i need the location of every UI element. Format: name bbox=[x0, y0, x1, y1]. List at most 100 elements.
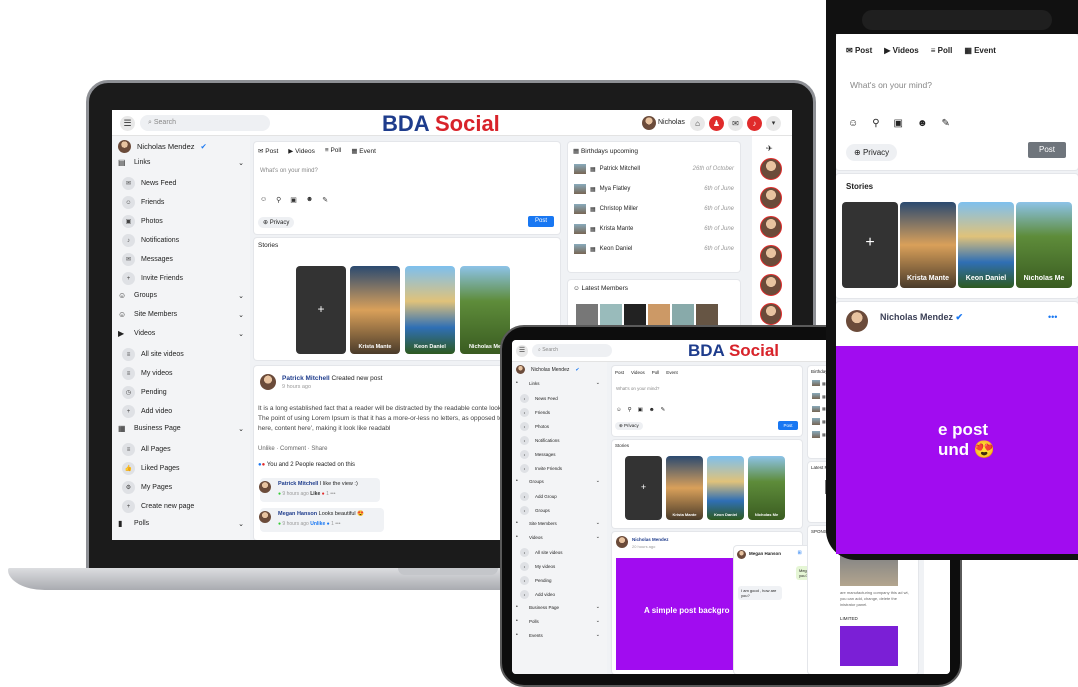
birthday-row[interactable]: ▦ Krista Mante6th of June bbox=[574, 224, 734, 234]
online-user-avatar[interactable] bbox=[760, 187, 782, 209]
emoji-icon[interactable]: ☻ bbox=[306, 196, 313, 204]
plane-icon[interactable]: ✈ bbox=[766, 144, 773, 153]
chevron-down-icon[interactable]: ▾ bbox=[766, 116, 781, 131]
ad-image[interactable] bbox=[840, 626, 898, 666]
sidebar-item-groups[interactable]: • Groups ⌄ bbox=[516, 478, 600, 484]
sidebar-item-news-feed[interactable]: • News Feed bbox=[520, 394, 604, 403]
tag-people-icon[interactable]: ☺ bbox=[260, 196, 267, 204]
more-options-icon[interactable]: ••• bbox=[1048, 312, 1057, 322]
sidebar-item-all-site-videos[interactable]: ≡ All site videos bbox=[122, 348, 242, 361]
sidebar-item-all-site-videos[interactable]: • All site videos bbox=[520, 548, 604, 557]
pen-icon[interactable]: ✎ bbox=[942, 118, 950, 129]
image-icon[interactable]: ▣ bbox=[894, 118, 903, 129]
privacy-button[interactable]: ⊕ Privacy bbox=[258, 217, 295, 228]
sidebar-item-my-pages[interactable]: ⚙ My Pages bbox=[122, 481, 242, 494]
unlike-link[interactable]: Unlike bbox=[258, 446, 275, 452]
like-link[interactable]: Like bbox=[310, 491, 320, 497]
post-author[interactable]: Nicholas Mendez ✔ bbox=[880, 312, 963, 323]
sidebar-item-site-members[interactable]: ☺ Site Members ⌄ bbox=[118, 310, 244, 319]
sidebar-item-links[interactable]: ▤ Links ⌄ bbox=[118, 158, 244, 167]
brand-logo[interactable]: BDA Social bbox=[382, 111, 500, 137]
location-icon[interactable]: ⚲ bbox=[872, 118, 879, 129]
privacy-button[interactable]: ⊕ Privacy bbox=[846, 144, 898, 161]
image-icon[interactable]: ▣ bbox=[290, 196, 297, 204]
post-author[interactable]: Patrick Mitchell bbox=[282, 375, 330, 382]
sidebar-item-events[interactable]: • Events ⌄ bbox=[516, 632, 600, 638]
sidebar-user[interactable]: Nicholas Mendez ✔ bbox=[118, 140, 207, 153]
friend-request-icon[interactable]: ♟ bbox=[709, 116, 724, 131]
tab-videos[interactable]: ▶ Videos bbox=[884, 46, 918, 55]
user-name[interactable]: Nicholas bbox=[658, 119, 685, 126]
sidebar-item-business-page[interactable]: • Business Page ⌄ bbox=[516, 604, 600, 610]
sidebar-item-messages[interactable]: • Messages bbox=[520, 450, 604, 459]
tab-event[interactable]: Event bbox=[666, 370, 678, 375]
brand-logo[interactable]: BDA Social bbox=[688, 341, 779, 361]
sidebar-user[interactable]: Nicholas Mendez ✔ bbox=[516, 365, 580, 374]
story-card[interactable]: Krista Mante bbox=[900, 202, 956, 288]
story-card[interactable]: Nicholas Me bbox=[1016, 202, 1072, 288]
sidebar-item-polls[interactable]: ▮ Polls ⌄ bbox=[118, 519, 244, 528]
sidebar-item-messages[interactable]: ✉ Messages bbox=[122, 253, 242, 266]
home-icon[interactable]: ⌂ bbox=[690, 116, 705, 131]
tag-people-icon[interactable]: ☺ bbox=[848, 118, 858, 129]
tab-post[interactable]: ✉ Post bbox=[258, 147, 278, 155]
story-card[interactable]: Keon Daniel bbox=[958, 202, 1014, 288]
comment-link[interactable]: Comment bbox=[280, 446, 306, 452]
composer-input[interactable]: What's on your mind? bbox=[850, 80, 932, 90]
birthday-row[interactable]: ▦ Keon Daniel6th of June bbox=[574, 244, 734, 254]
location-icon[interactable]: ⚲ bbox=[276, 196, 281, 204]
post-button[interactable]: Post bbox=[528, 216, 554, 227]
post-button[interactable]: Post bbox=[1028, 142, 1066, 158]
birthday-row[interactable]: ▦ Christop Miller6th of June bbox=[574, 204, 734, 214]
notification-icon[interactable]: ♪ bbox=[747, 116, 762, 131]
sidebar-item-news-feed[interactable]: ✉ News Feed bbox=[122, 177, 242, 190]
add-story-button[interactable]: + bbox=[296, 266, 346, 354]
sidebar-item-pending[interactable]: • Pending bbox=[520, 576, 604, 585]
avatar[interactable] bbox=[260, 374, 276, 390]
sidebar-item-business-page[interactable]: ▦ Business Page ⌄ bbox=[118, 424, 244, 433]
online-user-avatar[interactable] bbox=[760, 303, 782, 325]
sidebar-item-friends[interactable]: • Friends bbox=[520, 408, 604, 417]
sidebar-item-videos[interactable]: ▶ Videos ⌄ bbox=[118, 329, 244, 338]
birthday-row[interactable]: ▦ Patrick Mitchell26th of October bbox=[574, 164, 734, 174]
post-author[interactable]: Nicholas Mendez bbox=[632, 537, 669, 542]
member-thumb[interactable] bbox=[648, 304, 670, 326]
member-thumb[interactable] bbox=[696, 304, 718, 326]
sidebar-item-pending[interactable]: ◷ Pending bbox=[122, 386, 242, 399]
composer-input[interactable]: What's on your mind? bbox=[616, 386, 659, 391]
sidebar-item-site-members[interactable]: • Site Members ⌄ bbox=[516, 520, 600, 526]
sidebar-item-notifications[interactable]: • Notifications bbox=[520, 436, 604, 445]
share-link[interactable]: Share bbox=[311, 446, 327, 452]
search-input[interactable]: ⌕ Search bbox=[140, 115, 270, 131]
sidebar-item-add-video[interactable]: • Add video bbox=[520, 590, 604, 599]
sidebar-item-add-video[interactable]: + Add video bbox=[122, 405, 242, 418]
pen-icon[interactable]: ✎ bbox=[322, 196, 328, 204]
sidebar-item-photos[interactable]: • Photos bbox=[520, 422, 604, 431]
sidebar-item-friends[interactable]: ☺ Friends bbox=[122, 196, 242, 209]
story-card[interactable]: Keon Daniel bbox=[405, 266, 455, 354]
online-user-avatar[interactable] bbox=[760, 245, 782, 267]
composer-input[interactable]: What's on your mind? bbox=[260, 168, 318, 174]
sidebar-item-create-new-page[interactable]: + Create new page bbox=[122, 500, 242, 513]
menu-icon[interactable]: ☰ bbox=[120, 116, 135, 131]
tab-videos[interactable]: ▶ Videos bbox=[288, 147, 315, 155]
member-thumb[interactable] bbox=[624, 304, 646, 326]
story-card[interactable]: Keon Daniel bbox=[707, 456, 744, 520]
sidebar-item-photos[interactable]: ▣ Photos bbox=[122, 215, 242, 228]
story-card[interactable]: Krista Mante bbox=[666, 456, 703, 520]
online-user-avatar[interactable] bbox=[760, 216, 782, 238]
privacy-button[interactable]: ⊕ Privacy bbox=[615, 422, 643, 430]
member-thumb[interactable] bbox=[672, 304, 694, 326]
sidebar-item-groups[interactable]: ☺ Groups ⌄ bbox=[118, 291, 244, 300]
tab-videos[interactable]: Videos bbox=[631, 370, 645, 375]
story-card[interactable]: Krista Mante bbox=[350, 266, 400, 354]
sidebar-item-invite-friends[interactable]: • Invite Friends bbox=[520, 464, 604, 473]
message-icon[interactable]: ✉ bbox=[728, 116, 743, 131]
tab-event[interactable]: ▦ Event bbox=[351, 147, 376, 155]
avatar[interactable] bbox=[616, 536, 628, 548]
online-user-avatar[interactable] bbox=[760, 274, 782, 296]
sidebar-item-all-pages[interactable]: ≡ All Pages bbox=[122, 443, 242, 456]
sidebar-item-notifications[interactable]: ♪ Notifications bbox=[122, 234, 242, 247]
sidebar-item-my-videos[interactable]: • My videos bbox=[520, 562, 604, 571]
story-card[interactable]: Nicholas Me bbox=[748, 456, 785, 520]
